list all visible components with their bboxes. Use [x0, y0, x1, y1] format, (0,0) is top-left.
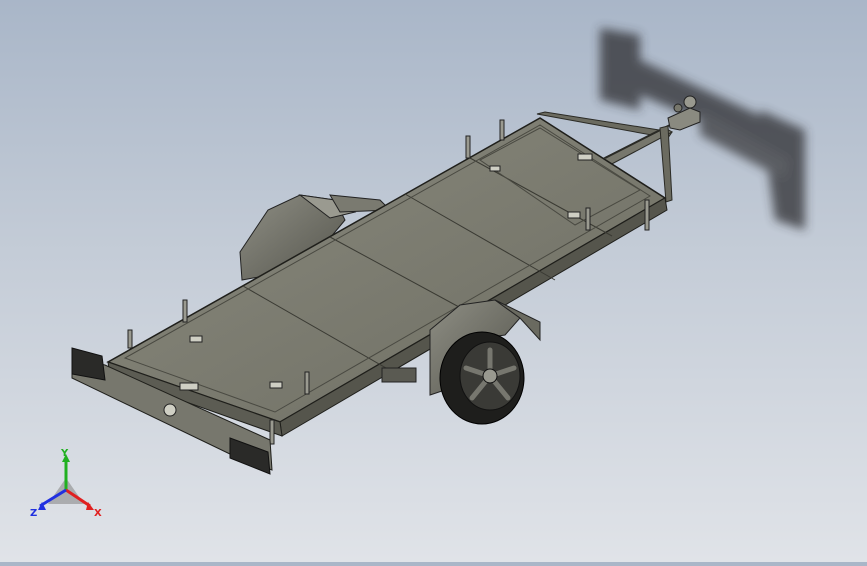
wheel [439, 331, 525, 425]
handle-icon [269, 381, 283, 389]
axle-bracket [381, 367, 417, 383]
tail-light-icon [71, 347, 106, 381]
x-label: X [94, 508, 102, 519]
handle-icon [179, 382, 199, 391]
trailer-model[interactable] [0, 0, 867, 562]
handle-icon [489, 165, 501, 172]
handle-icon [577, 153, 593, 161]
y-label: Y [60, 448, 69, 459]
z-label: Z [30, 508, 37, 519]
plate-light-icon [163, 403, 177, 417]
cad-viewport[interactable]: Y X Z [0, 0, 867, 562]
handle-icon [189, 335, 203, 343]
orientation-triad[interactable]: Y X Z [28, 448, 104, 524]
handle-icon [567, 211, 581, 219]
